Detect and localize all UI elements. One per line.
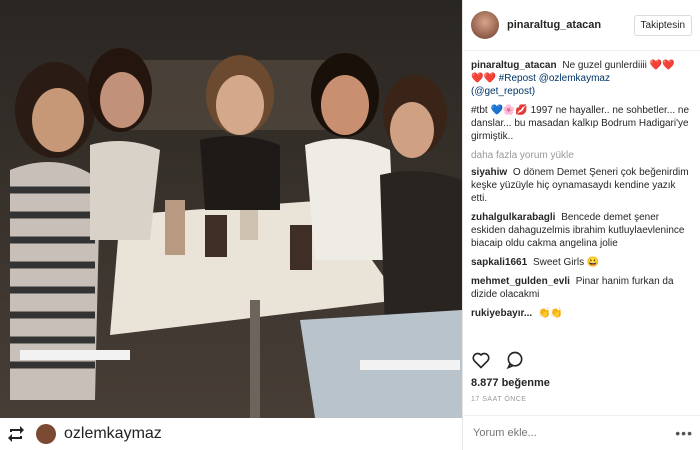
following-button[interactable]: Takiptesin — [633, 14, 692, 36]
comments-list: pinaraltug_atacan Ne guzel gunlerdiiii ❤… — [463, 51, 700, 319]
comment-username[interactable]: rukiyebayır... — [471, 308, 532, 319]
post-sidebar: pinaraltug_atacan Takiptesin pinaraltug_… — [462, 0, 700, 450]
list-item: rukiyebayır... 👏👏 — [471, 307, 692, 319]
comment-text: 👏👏 — [537, 308, 563, 319]
add-comment-bar: ••• — [463, 415, 700, 450]
comment-username[interactable]: siyahiw — [471, 167, 507, 178]
heart-icon[interactable] — [471, 350, 491, 370]
caption-line-3[interactable]: (@get_repost) — [471, 85, 692, 98]
list-item: zuhalgulkarabagli Bencede demet şener es… — [471, 211, 692, 250]
list-item: siyahiw O dönem Demet Şeneri çok beğenir… — [471, 166, 692, 205]
caption-line-4: #tbt 💙🌸💋 1997 ne hayaller.. ne sohbetler… — [471, 105, 690, 142]
comment-username[interactable]: sapkali1661 — [471, 257, 527, 268]
post-photo[interactable]: ozlemkaymaz — [0, 0, 462, 450]
caption-line-2[interactable]: ❤️❤️ #Repost @ozlemkaymaz — [471, 72, 692, 85]
comment-icon[interactable] — [505, 350, 525, 370]
repost-icon — [8, 426, 24, 442]
caption-line-1: Ne guzel gunlerdiiii ❤️❤️ — [562, 60, 675, 71]
comment-input[interactable] — [471, 426, 676, 440]
more-options-icon[interactable]: ••• — [675, 425, 693, 441]
avatar[interactable] — [471, 11, 499, 39]
caption: pinaraltug_atacan Ne guzel gunlerdiiii ❤… — [471, 59, 692, 143]
post-username[interactable]: pinaraltug_atacan — [507, 19, 634, 31]
repost-bar: ozlemkaymaz — [0, 418, 462, 450]
comment-username[interactable]: zuhalgulkarabagli — [471, 212, 555, 223]
post-actions — [471, 350, 525, 370]
caption-username[interactable]: pinaraltug_atacan — [471, 60, 557, 71]
group-photo-illustration — [0, 0, 462, 450]
post-header: pinaraltug_atacan Takiptesin — [463, 0, 700, 51]
list-item: mehmet_gulden_evli Pinar hanim furkan da… — [471, 275, 692, 301]
like-count[interactable]: 8.877 beğenme — [471, 377, 550, 389]
load-more-comments[interactable]: daha fazla yorum yükle — [471, 149, 692, 162]
repost-avatar — [36, 424, 56, 444]
list-item: sapkali1661 Sweet Girls 😀 — [471, 256, 692, 269]
comment-username[interactable]: mehmet_gulden_evli — [471, 276, 570, 287]
comment-text: Sweet Girls 😀 — [532, 257, 600, 268]
post-timestamp: 17 SAAT ÖNCE — [471, 396, 527, 403]
repost-username: ozlemkaymaz — [64, 425, 162, 442]
